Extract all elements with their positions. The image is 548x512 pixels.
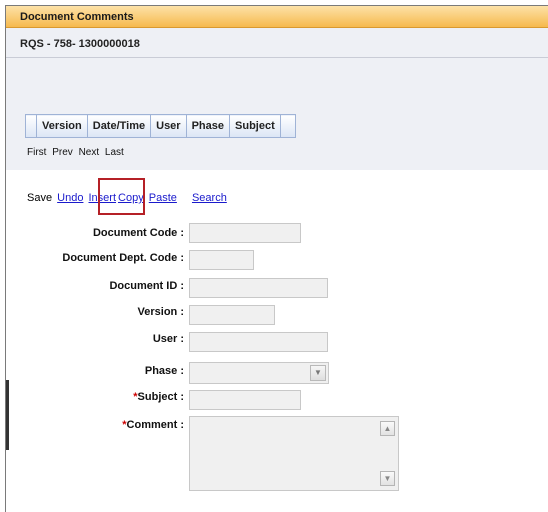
pager-first[interactable]: First <box>27 147 46 158</box>
chevron-down-icon[interactable]: ▼ <box>380 471 395 486</box>
title-bar: Document Comments <box>6 6 548 28</box>
subject-field[interactable] <box>189 390 301 410</box>
chevron-up-icon[interactable]: ▲ <box>380 421 395 436</box>
subject-label-row: *Subject : <box>20 391 184 403</box>
grid-header-row: Version Date/Time User Phase Subject <box>25 114 296 138</box>
document-id-field[interactable] <box>189 278 328 298</box>
comment-label-row: *Comment : <box>20 419 184 431</box>
document-id-label: Document ID : <box>109 280 184 292</box>
document-code-label: Document Code : <box>92 227 184 239</box>
insert-highlight-box <box>98 178 145 215</box>
save-button[interactable]: Save <box>27 192 52 204</box>
document-dept-code-field[interactable] <box>189 250 254 270</box>
column-header-phase[interactable]: Phase <box>185 114 231 138</box>
document-header: RQS - 758- 1300000018 <box>20 38 140 50</box>
document-header-bar: RQS - 758- 1300000018 <box>6 28 548 58</box>
window-title: Document Comments <box>20 11 134 23</box>
pager-prev[interactable]: Prev <box>52 147 73 158</box>
column-header-user[interactable]: User <box>150 114 187 138</box>
search-link[interactable]: Search <box>192 192 227 204</box>
left-edge-marker <box>6 380 9 450</box>
pager: First Prev Next Last <box>27 147 127 158</box>
user-field[interactable] <box>189 332 328 352</box>
comments-grid: Version Date/Time User Phase Subject <box>25 114 296 138</box>
comment-label: Comment : <box>126 419 184 431</box>
comment-textarea[interactable]: ▲ ▼ <box>189 416 399 491</box>
subject-label: Subject : <box>137 391 184 403</box>
column-header-datetime[interactable]: Date/Time <box>86 114 152 138</box>
column-header-subject[interactable]: Subject <box>229 114 281 138</box>
pager-next[interactable]: Next <box>79 147 100 158</box>
phase-select[interactable]: ▼ <box>189 362 329 384</box>
chevron-down-icon[interactable]: ▼ <box>310 365 326 381</box>
document-code-field[interactable] <box>189 223 301 243</box>
grid-row-selector-header <box>25 114 37 138</box>
user-label: User : <box>152 333 184 345</box>
paste-link[interactable]: Paste <box>149 192 177 204</box>
grid-header-filler <box>279 114 296 138</box>
version-label: Version : <box>137 306 184 318</box>
undo-link[interactable]: Undo <box>57 192 83 204</box>
pager-last[interactable]: Last <box>105 147 124 158</box>
phase-label: Phase : <box>144 365 184 377</box>
document-dept-code-label: Document Dept. Code : <box>62 252 184 264</box>
version-field[interactable] <box>189 305 275 325</box>
column-header-version[interactable]: Version <box>36 114 88 138</box>
